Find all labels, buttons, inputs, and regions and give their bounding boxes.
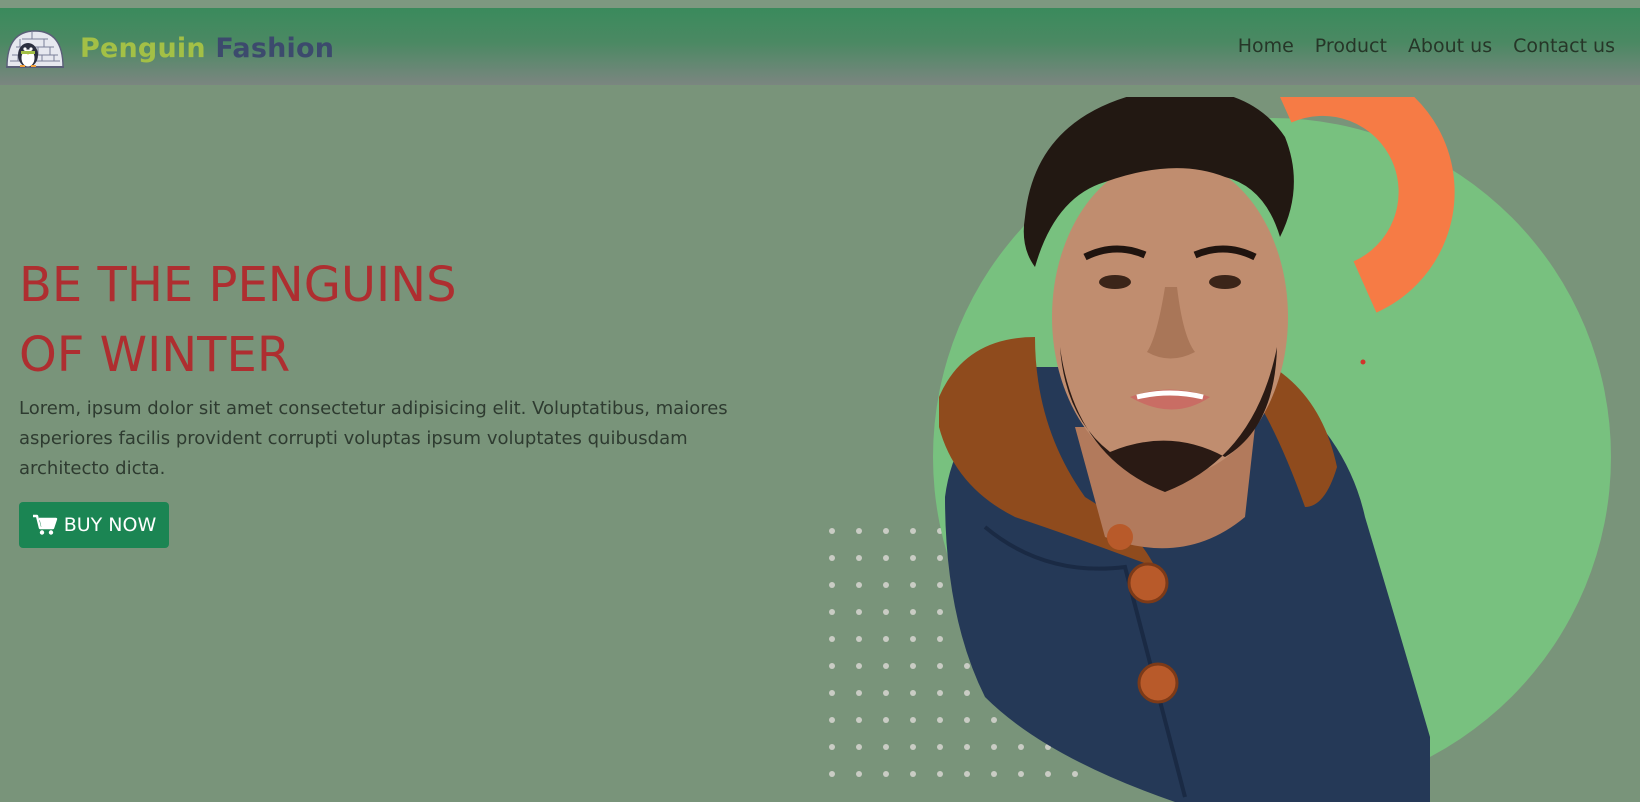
- brand-name-part1: Penguin: [80, 32, 206, 64]
- dot: [910, 609, 916, 615]
- dot: [829, 582, 835, 588]
- nav-links: Home Product About us Contact us: [1238, 35, 1615, 57]
- hero-title-line1: BE THE PENGUINS: [19, 257, 457, 313]
- dot: [829, 717, 835, 723]
- hero-description: Lorem, ipsum dolor sit amet consectetur …: [19, 398, 728, 479]
- dot: [910, 636, 916, 642]
- dot: [883, 717, 889, 723]
- dot: [829, 555, 835, 561]
- dot: [829, 636, 835, 642]
- dot: [883, 744, 889, 750]
- dot: [883, 582, 889, 588]
- navbar: Penguin Fashion Home Product About us Co…: [0, 8, 1640, 85]
- dot: [910, 663, 916, 669]
- dot: [856, 771, 862, 777]
- dot: [856, 528, 862, 534]
- dot: [856, 555, 862, 561]
- dot: [856, 744, 862, 750]
- dot: [883, 528, 889, 534]
- dot: [829, 609, 835, 615]
- brand-name-part2: Fashion: [215, 32, 335, 64]
- dot: [829, 690, 835, 696]
- dot: [856, 609, 862, 615]
- nav-contact-link[interactable]: Contact us: [1513, 35, 1615, 57]
- dot: [829, 663, 835, 669]
- red-dot-decoration: [1360, 359, 1366, 365]
- buy-now-label: BUY NOW: [63, 514, 157, 536]
- dot: [856, 636, 862, 642]
- dot: [856, 582, 862, 588]
- hero-title-line2: OF WINTER: [19, 327, 291, 383]
- dot: [910, 582, 916, 588]
- cart-icon: [32, 514, 57, 535]
- top-strip: [0, 0, 1640, 8]
- dot: [856, 690, 862, 696]
- dot: [856, 717, 862, 723]
- nav-about-link[interactable]: About us: [1408, 35, 1492, 57]
- dot: [910, 771, 916, 777]
- dot: [829, 744, 835, 750]
- dot: [910, 744, 916, 750]
- dot: [829, 771, 835, 777]
- hero-image: [933, 97, 1611, 802]
- dot: [883, 555, 889, 561]
- dot: [883, 663, 889, 669]
- igloo-penguin-logo-icon: [6, 30, 64, 68]
- dot: [883, 609, 889, 615]
- dot: [910, 690, 916, 696]
- dot: [856, 663, 862, 669]
- dot: [910, 717, 916, 723]
- dot: [883, 771, 889, 777]
- hero-title: BE THE PENGUINS OF WINTER: [19, 250, 457, 390]
- dot: [883, 636, 889, 642]
- dot: [883, 690, 889, 696]
- nav-home-link[interactable]: Home: [1238, 35, 1294, 57]
- nav-product-link[interactable]: Product: [1315, 35, 1387, 57]
- brand[interactable]: Penguin Fashion: [4, 25, 334, 71]
- dot: [910, 555, 916, 561]
- buy-now-button[interactable]: BUY NOW: [19, 502, 169, 548]
- dot: [829, 528, 835, 534]
- dot: [910, 528, 916, 534]
